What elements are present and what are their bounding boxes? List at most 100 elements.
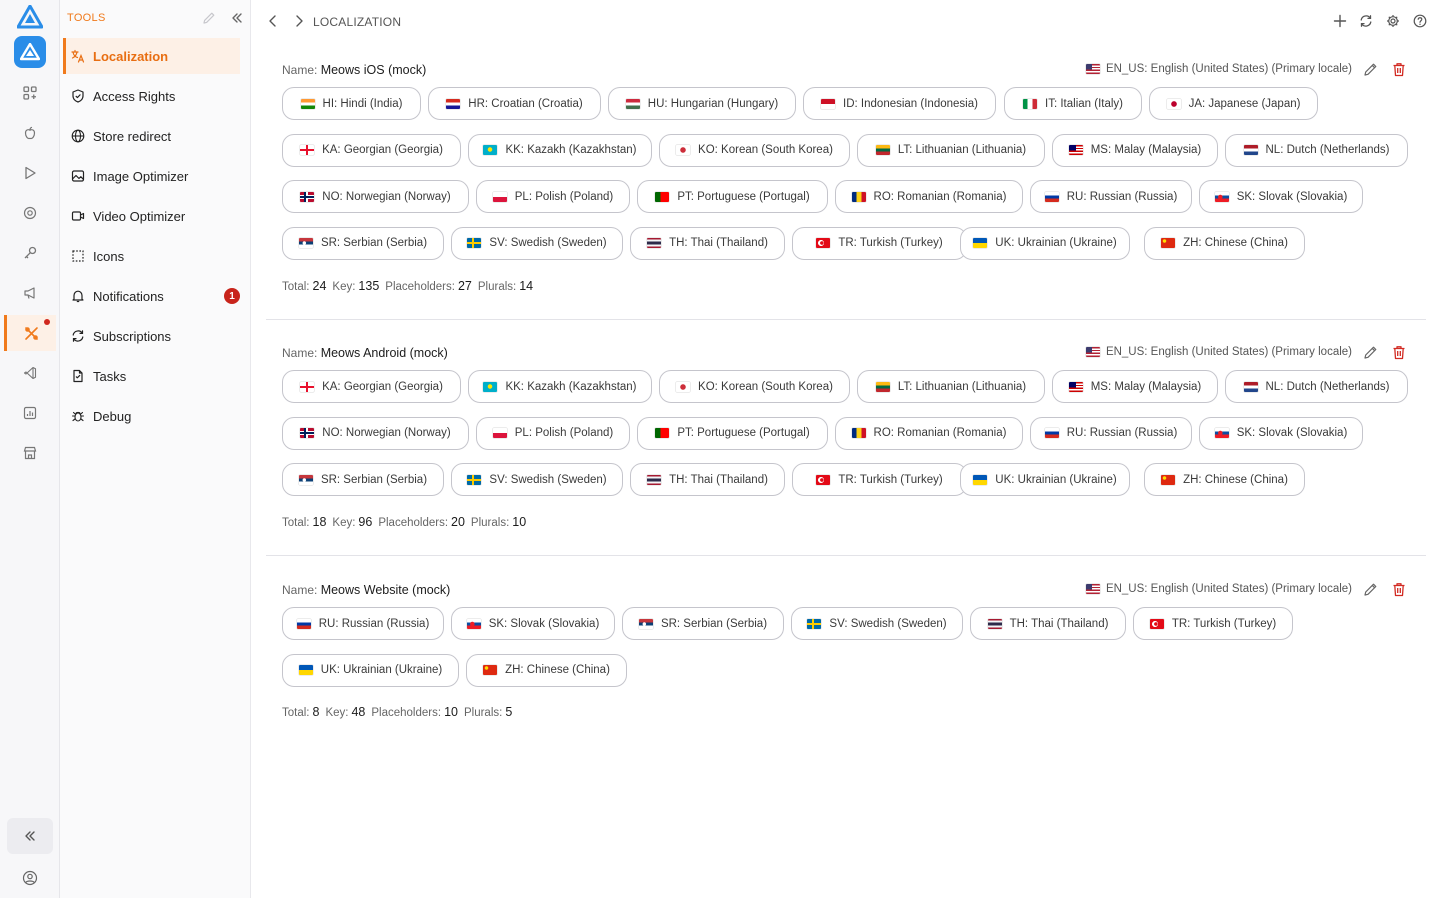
locale-chip-lt[interactable]: LT: Lithuanian (Lithuania) <box>857 133 1045 167</box>
locale-chip-ka[interactable]: KA: Georgian (Georgia) <box>282 370 461 403</box>
locale-chip-th[interactable]: TH: Thai (Thailand) <box>630 463 785 496</box>
locale-chip-zh[interactable]: ZH: Chinese (China) <box>466 653 627 687</box>
tool-item-debug[interactable]: Debug <box>63 398 240 434</box>
help-icon[interactable] <box>1413 14 1427 28</box>
locale-chip-sv[interactable]: SV: Swedish (Sweden) <box>451 226 623 260</box>
rail-target-button[interactable] <box>4 195 56 231</box>
locale-chip-hi[interactable]: HI: Hindi (India) <box>282 87 421 120</box>
back-arrow-icon[interactable] <box>266 14 280 28</box>
locale-chip-uk[interactable]: UK: Ukrainian (Ukraine) <box>282 653 459 687</box>
tool-item-subscriptions[interactable]: Subscriptions <box>63 318 240 354</box>
locale-chip-hr[interactable]: HR: Croatian (Croatia) <box>428 87 601 120</box>
rail-collapse-button[interactable] <box>7 818 53 854</box>
locale-chip-ja[interactable]: JA: Japanese (Japan) <box>1149 87 1318 120</box>
project-name-row: Name: Meows iOS (mock) <box>282 63 426 77</box>
locale-chip-uk[interactable]: UK: Ukrainian (Ukraine) <box>960 226 1130 260</box>
locale-chip-ms[interactable]: MS: Malay (Malaysia) <box>1052 133 1218 167</box>
icon-rail <box>0 0 60 898</box>
locale-chip-tr[interactable]: TR: Turkish (Turkey) <box>792 226 967 260</box>
ka-flag-icon <box>300 381 315 392</box>
locale-chip-sk[interactable]: SK: Slovak (Slovakia) <box>1199 180 1363 213</box>
locale-chip-ms[interactable]: MS: Malay (Malaysia) <box>1052 370 1218 403</box>
locale-chip-pt[interactable]: PT: Portuguese (Portugal) <box>637 180 828 213</box>
locale-chip-kk[interactable]: KK: Kazakh (Kazakhstan) <box>468 133 652 167</box>
locale-chip-sk[interactable]: SK: Slovak (Slovakia) <box>451 607 615 640</box>
notifications-count-badge: 1 <box>224 288 240 304</box>
user-account-icon[interactable] <box>22 870 38 886</box>
locale-chip-no[interactable]: NO: Norwegian (Norway) <box>282 180 469 213</box>
rail-dashboard-button[interactable] <box>4 75 56 111</box>
locale-chip-id[interactable]: ID: Indonesian (Indonesia) <box>803 87 996 120</box>
locale-chip-it[interactable]: IT: Italian (Italy) <box>1004 87 1142 120</box>
locale-chip-ka[interactable]: KA: Georgian (Georgia) <box>282 133 461 167</box>
rail-vscode-button[interactable] <box>4 355 56 391</box>
locale-chip-ru[interactable]: RU: Russian (Russia) <box>282 607 444 640</box>
delete-project-icon[interactable] <box>1392 582 1406 597</box>
collapse-sidebar-icon[interactable] <box>230 11 244 25</box>
locale-chip-th[interactable]: TH: Thai (Thailand) <box>970 607 1126 640</box>
locale-chip-kk[interactable]: KK: Kazakh (Kazakhstan) <box>468 370 652 403</box>
rail-megaphone-button[interactable] <box>4 275 56 311</box>
locale-chip-zh[interactable]: ZH: Chinese (China) <box>1144 463 1305 496</box>
forward-arrow-icon[interactable] <box>292 14 306 28</box>
locale-chip-zh[interactable]: ZH: Chinese (China) <box>1144 226 1305 260</box>
locale-chip-sv[interactable]: SV: Swedish (Sweden) <box>791 607 963 640</box>
locale-chip-nl[interactable]: NL: Dutch (Netherlands) <box>1225 370 1408 403</box>
locale-chip-label: SK: Slovak (Slovakia) <box>1236 427 1348 439</box>
edit-project-icon[interactable] <box>1363 62 1378 77</box>
hi-flag-icon <box>300 98 315 109</box>
locale-chip-tr[interactable]: TR: Turkish (Turkey) <box>792 463 967 496</box>
rail-play-button[interactable] <box>4 155 56 191</box>
locale-chip-ro[interactable]: RO: Romanian (Romania) <box>835 416 1023 450</box>
locale-chip-sr[interactable]: SR: Serbian (Serbia) <box>622 607 784 640</box>
tool-item-video-optimizer[interactable]: Video Optimizer <box>63 198 240 234</box>
edit-project-icon[interactable] <box>1363 345 1378 360</box>
delete-project-icon[interactable] <box>1392 345 1406 360</box>
lt-flag-icon <box>875 381 890 392</box>
locale-chip-ru[interactable]: RU: Russian (Russia) <box>1030 180 1192 213</box>
megaphone-icon <box>24 287 35 299</box>
app-switcher-button[interactable] <box>14 36 46 68</box>
locale-chip-sv[interactable]: SV: Swedish (Sweden) <box>451 463 623 496</box>
add-icon[interactable] <box>1333 14 1347 28</box>
edit-pencil-icon[interactable] <box>202 11 216 25</box>
tool-item-icons[interactable]: Icons <box>63 238 240 274</box>
locale-chip-hu[interactable]: HU: Hungarian (Hungary) <box>608 87 796 120</box>
rail-store-button[interactable] <box>4 435 56 471</box>
rail-tools-button[interactable] <box>4 315 56 351</box>
locale-chip-sr[interactable]: SR: Serbian (Serbia) <box>282 226 444 260</box>
refresh-icon[interactable] <box>1359 14 1373 28</box>
locale-chip-sk[interactable]: SK: Slovak (Slovakia) <box>1199 416 1363 450</box>
locale-chip-pl[interactable]: PL: Polish (Poland) <box>476 416 630 450</box>
locale-chip-uk[interactable]: UK: Ukrainian (Ukraine) <box>960 463 1130 496</box>
total-label: Total: <box>282 517 310 529</box>
rail-apple-button[interactable] <box>4 115 56 151</box>
locale-chip-ru[interactable]: RU: Russian (Russia) <box>1030 416 1192 450</box>
locale-chip-no[interactable]: NO: Norwegian (Norway) <box>282 416 469 450</box>
locale-chip-ro[interactable]: RO: Romanian (Romania) <box>835 180 1023 213</box>
locale-chip-ko[interactable]: KO: Korean (South Korea) <box>659 370 850 403</box>
locale-chip-nl[interactable]: NL: Dutch (Netherlands) <box>1225 133 1408 167</box>
plurals-label: Plurals: <box>463 707 503 719</box>
locale-chip-tr[interactable]: TR: Turkish (Turkey) <box>1133 607 1293 640</box>
locale-chip-th[interactable]: TH: Thai (Thailand) <box>630 226 785 260</box>
placeholders-value: 10 <box>444 705 458 719</box>
locale-chip-ko[interactable]: KO: Korean (South Korea) <box>659 133 850 167</box>
rail-analytics-button[interactable] <box>4 395 56 431</box>
edit-project-icon[interactable] <box>1363 582 1378 597</box>
tool-item-image-optimizer[interactable]: Image Optimizer <box>63 158 240 194</box>
gear-icon[interactable] <box>1386 14 1400 28</box>
locale-chip-sr[interactable]: SR: Serbian (Serbia) <box>282 463 444 496</box>
tool-item-access-rights[interactable]: Access Rights <box>63 78 240 114</box>
tool-item-notifications[interactable]: Notifications 1 <box>63 278 240 314</box>
ko-flag-icon <box>676 145 691 155</box>
tool-item-store-redirect[interactable]: Store redirect <box>63 118 240 154</box>
rail-key-button[interactable] <box>4 235 56 271</box>
locale-chip-pt[interactable]: PT: Portuguese (Portugal) <box>637 416 828 450</box>
locale-chip-lt[interactable]: LT: Lithuanian (Lithuania) <box>857 370 1045 403</box>
locale-chip-pl[interactable]: PL: Polish (Poland) <box>476 180 630 213</box>
locale-chip-label: TH: Thai (Thailand) <box>1009 617 1109 630</box>
tool-item-tasks[interactable]: Tasks <box>63 358 240 394</box>
tool-item-localization[interactable]: Localization <box>63 38 240 74</box>
delete-project-icon[interactable] <box>1392 62 1406 77</box>
